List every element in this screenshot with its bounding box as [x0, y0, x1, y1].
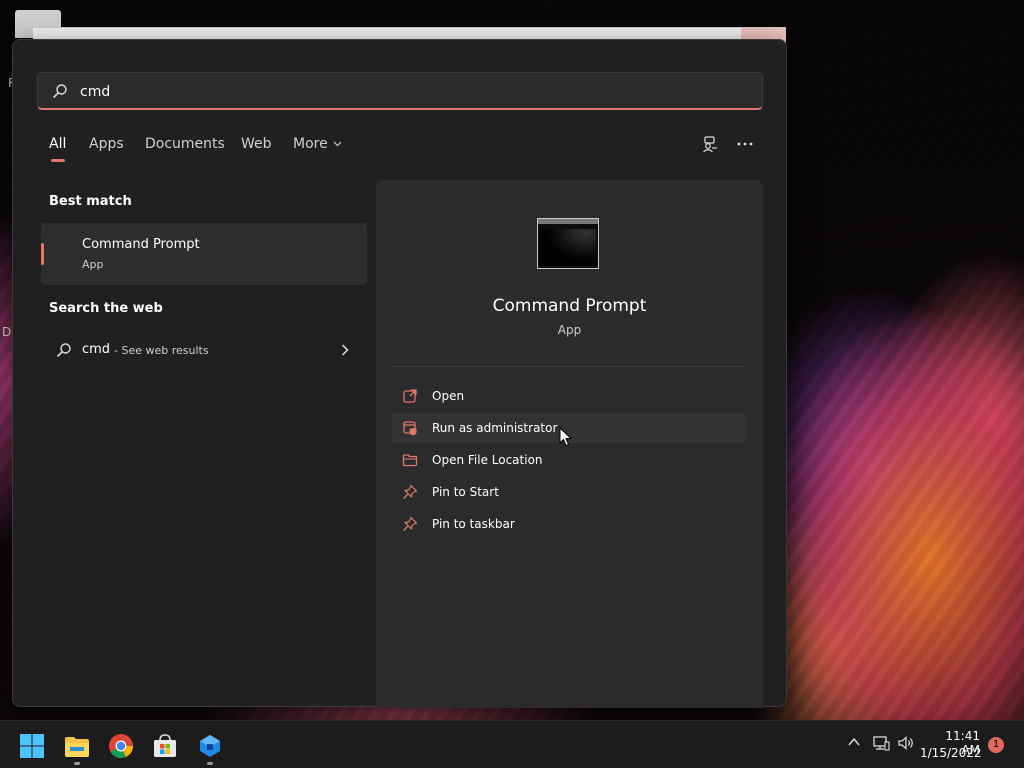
web-search-result[interactable]: cmd - See web results: [41, 333, 367, 369]
running-indicator: [74, 762, 80, 765]
web-search-suffix: - See web results: [114, 344, 209, 357]
action-label: Open File Location: [432, 453, 543, 467]
more-options-icon[interactable]: [735, 135, 755, 155]
running-indicator: [207, 762, 213, 765]
web-search-term: cmd: [82, 342, 111, 357]
shield-admin-icon: [403, 421, 417, 436]
app-taskbar-icon[interactable]: [197, 733, 223, 759]
best-match-item[interactable]: Command Prompt App: [41, 223, 367, 285]
pin-icon: [403, 516, 418, 531]
chevron-up-icon[interactable]: [847, 735, 861, 749]
action-open-file-location[interactable]: Open File Location: [392, 445, 746, 475]
action-label: Open: [432, 389, 465, 403]
tab-apps[interactable]: Apps: [89, 136, 124, 152]
notification-badge[interactable]: 1: [988, 737, 1004, 753]
tab-label: Apps: [89, 136, 124, 152]
folder-icon: [402, 454, 418, 467]
action-pin-to-taskbar[interactable]: Pin to taskbar: [392, 509, 746, 539]
action-open[interactable]: Open: [392, 381, 746, 411]
tab-label: All: [49, 136, 67, 152]
microsoft-store-icon[interactable]: [152, 733, 178, 759]
chrome-icon[interactable]: [108, 733, 134, 759]
pin-icon: [403, 484, 418, 499]
best-match-type: App: [82, 258, 104, 271]
tab-label: Web: [241, 136, 272, 152]
detail-app-name: Command Prompt: [492, 296, 647, 316]
detail-app-type: App: [557, 323, 582, 337]
tab-more[interactable]: More: [293, 136, 342, 152]
search-box[interactable]: [37, 72, 763, 110]
chevron-right-icon: [341, 344, 349, 356]
action-pin-to-start[interactable]: Pin to Start: [392, 477, 746, 507]
search-input[interactable]: [78, 79, 742, 105]
taskbar: 11:41 AM 1/15/2022 1: [0, 720, 1024, 768]
action-label: Run as administrator: [432, 421, 558, 435]
selection-indicator: [41, 243, 44, 265]
command-prompt-app-icon: [537, 218, 599, 269]
search-web-heading: Search the web: [49, 301, 163, 316]
start-search-panel: All Apps Documents Web More Best match C…: [12, 39, 787, 708]
tab-documents[interactable]: Documents: [145, 136, 225, 152]
search-icon: [53, 84, 67, 98]
divider: [392, 366, 746, 367]
action-label: Pin to Start: [432, 485, 499, 499]
tab-label: Documents: [145, 136, 225, 152]
chevron-down-icon: [333, 141, 342, 147]
search-icon: [57, 343, 71, 357]
action-label: Pin to taskbar: [432, 517, 515, 531]
open-external-icon: [403, 389, 417, 403]
account-switch-icon[interactable]: [700, 135, 720, 155]
best-match-heading: Best match: [49, 194, 132, 209]
active-tab-indicator: [51, 159, 65, 162]
tab-all[interactable]: All: [49, 136, 67, 162]
windows-start-icon[interactable]: [19, 733, 45, 759]
network-icon[interactable]: [872, 735, 890, 751]
tab-web[interactable]: Web: [241, 136, 272, 152]
file-explorer-icon[interactable]: [64, 733, 90, 759]
volume-icon[interactable]: [897, 735, 915, 751]
best-match-name: Command Prompt: [82, 237, 200, 252]
tab-label: More: [293, 136, 328, 152]
mouse-cursor-icon: [559, 427, 573, 447]
clock-date[interactable]: 1/15/2022: [920, 746, 982, 760]
